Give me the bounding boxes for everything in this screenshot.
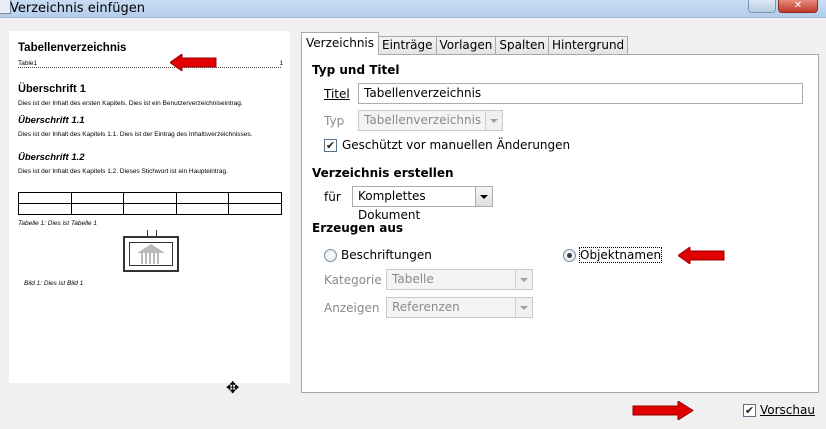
tab-spalten[interactable]: Spalten — [495, 36, 550, 55]
scope-select[interactable]: Komplettes Dokument — [352, 186, 493, 222]
close-icon: ✕ — [793, 0, 803, 11]
captions-radio[interactable] — [324, 249, 337, 262]
tab-verzeichnis[interactable]: Verzeichnis — [301, 32, 380, 55]
preview-entry: Table1 1 — [18, 60, 283, 68]
objects-radio[interactable] — [563, 249, 576, 262]
preview-sub2: Überschrift 1.2 — [18, 152, 85, 163]
arrow-pointer-icon — [170, 54, 217, 71]
move-cursor-icon: ✥ — [226, 378, 240, 397]
preview-image-caption: Bild 1: Dies ist Bild 1 — [24, 280, 84, 287]
preview-heading: Tabellenverzeichnis — [18, 42, 127, 54]
preview-entry-page: 1 — [279, 60, 283, 67]
preview-chapter: Überschrift 1 — [18, 83, 86, 95]
scope-select-value: Komplettes Dokument — [358, 189, 426, 222]
section-generate: Erzeugen aus — [312, 221, 404, 235]
tab-bar: Verzeichnis Einträge Vorlagen Spalten Hi… — [301, 32, 629, 55]
preview-sub1-text: Dies ist der Inhalt des Kapitels 1.1. Di… — [18, 131, 253, 138]
type-select-value: Tabellenverzeichnis — [364, 113, 482, 127]
title-bar: Verzeichnis einfügen ✕ — [0, 0, 826, 18]
preview-table — [18, 192, 282, 215]
arrow-pointer-icon — [678, 247, 725, 264]
section-create: Verzeichnis erstellen — [312, 166, 454, 180]
display-select[interactable]: Referenzen — [386, 297, 533, 318]
title-label-text: Titel — [324, 87, 350, 101]
preview-picture-icon — [123, 230, 179, 272]
display-label: Anzeigen — [324, 301, 380, 315]
chevron-down-icon — [515, 298, 532, 317]
preview-checkbox[interactable]: ✔ — [743, 404, 756, 417]
protected-checkbox[interactable]: ✔ — [324, 139, 337, 152]
chevron-down-icon — [515, 270, 532, 289]
preview-sub1: Überschrift 1.1 — [18, 115, 85, 126]
type-select[interactable]: Tabellenverzeichnis — [358, 110, 503, 131]
protected-label: Geschützt vor manuellen Änderungen — [342, 138, 571, 152]
captions-label: Beschriftungen — [341, 248, 432, 262]
window-title: Verzeichnis einfügen — [10, 1, 145, 16]
objects-label: Objektnamen — [578, 247, 663, 263]
preview-table-caption: Tabelle 1: Dies ist Tabelle 1 — [18, 220, 98, 227]
preview-entry-text: Table1 — [18, 60, 38, 67]
category-select-value: Tabelle — [392, 272, 434, 286]
preview-chapter-text: Dies ist der Inhalt des ersten Kapitels.… — [18, 100, 243, 107]
type-label: Typ — [324, 114, 345, 128]
preview-label: Vorschau — [760, 403, 815, 417]
chevron-down-icon — [485, 111, 502, 130]
category-select[interactable]: Tabelle — [386, 269, 533, 290]
tab-hintergrund[interactable]: Hintergrund — [548, 36, 629, 55]
preview-pane: Tabellenverzeichnis Table1 1 Überschrift… — [9, 31, 290, 383]
tab-eintraege[interactable]: Einträge — [378, 36, 437, 55]
tab-vorlagen[interactable]: Vorlagen — [435, 36, 497, 55]
title-label: Titel — [324, 87, 350, 101]
display-select-value: Referenzen — [392, 300, 460, 314]
close-button[interactable]: ✕ — [778, 0, 818, 13]
section-type-title: Typ und Titel — [312, 63, 400, 77]
arrow-pointer-icon — [632, 401, 694, 420]
tab-panel: Typ und Titel Titel Tabellenverzeichnis … — [301, 54, 819, 393]
for-label: für — [324, 190, 341, 204]
minimize-button[interactable] — [748, 0, 776, 13]
chevron-down-icon — [475, 187, 492, 206]
preview-label-text: Vorschau — [760, 403, 815, 417]
category-label: Kategorie — [324, 273, 382, 287]
preview-sub2-text: Dies ist der Inhalt des Kapitels 1.2. Di… — [18, 168, 228, 175]
title-input[interactable]: Tabellenverzeichnis — [358, 83, 803, 104]
